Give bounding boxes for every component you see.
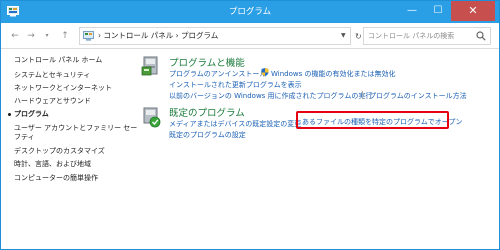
programs-features-icon[interactable] bbox=[141, 55, 161, 77]
forward-arrow-icon[interactable]: → bbox=[25, 29, 37, 43]
refresh-icon[interactable]: ↻ bbox=[355, 32, 362, 41]
current-item-bullet-icon bbox=[8, 113, 11, 116]
address-field[interactable]: › コントロール パネル › プログラム bbox=[79, 27, 351, 45]
search-box[interactable] bbox=[363, 27, 491, 45]
address-bar: ← → ▾ ↑ › コントロール パネル › プログラム ▼ ↻ bbox=[1, 23, 499, 49]
control-panel-icon bbox=[83, 31, 94, 41]
sidebar-item-hardware-sound[interactable]: ハードウェアとサウンド bbox=[14, 97, 91, 106]
sidebar-item-network[interactable]: ネットワークとインターネット bbox=[14, 84, 112, 93]
close-button[interactable]: ✕ bbox=[451, 1, 495, 21]
control-panel-window: プログラム — ☐ ✕ ← → ▾ ↑ › コントロール パネル › プログラム… bbox=[0, 0, 500, 250]
title-bar[interactable]: プログラム — ☐ ✕ bbox=[1, 1, 499, 23]
how-to-install-link[interactable]: プログラムのインストール方法 bbox=[369, 91, 467, 101]
main-content: プログラムと機能 プログラムのアンインストール Windows の機能の有効化ま… bbox=[131, 49, 499, 249]
search-input[interactable] bbox=[368, 28, 476, 44]
maximize-button[interactable]: ☐ bbox=[425, 1, 451, 21]
shield-icon bbox=[261, 68, 269, 77]
minimize-button[interactable]: — bbox=[399, 1, 425, 21]
up-arrow-icon[interactable]: ↑ bbox=[59, 29, 71, 43]
compat-programs-link[interactable]: 以前のバージョンの Windows 用に作成されたプログラムの実行 bbox=[169, 91, 372, 101]
default-programs-icon[interactable] bbox=[141, 106, 161, 128]
sidebar-item-ease-of-access[interactable]: コンピューターの簡単操作 bbox=[14, 174, 98, 183]
history-dropdown-icon[interactable]: ▾ bbox=[41, 29, 53, 43]
breadcrumb: › コントロール パネル › プログラム bbox=[98, 31, 219, 40]
sidebar-item-user-accounts[interactable]: ユーザー アカウントとファミリー セー bbox=[14, 124, 137, 133]
sidebar-item-user-accounts-cont[interactable]: フティ bbox=[14, 133, 35, 142]
uninstall-program-link[interactable]: プログラムのアンインストール bbox=[169, 69, 266, 79]
sidebar: コントロール パネル ホーム システムとセキュリティ ネットワークとインターネッ… bbox=[1, 49, 137, 249]
link-separator bbox=[362, 91, 363, 99]
search-icon[interactable] bbox=[476, 31, 486, 41]
programs-features-title[interactable]: プログラムと機能 bbox=[169, 55, 245, 69]
sidebar-item-clock-region[interactable]: 時計、言語、および地域 bbox=[14, 160, 91, 169]
sidebar-item-system-security[interactable]: システムとセキュリティ bbox=[14, 71, 90, 80]
windows-features-link[interactable]: Windows の機能の有効化または無効化 bbox=[271, 69, 395, 79]
sidebar-item-programs[interactable]: プログラム bbox=[14, 110, 49, 119]
sidebar-item-desktop[interactable]: デスクトップのカスタマイズ bbox=[14, 147, 105, 156]
default-programs-title[interactable]: 既定のプログラム bbox=[169, 105, 245, 119]
chevron-down-icon[interactable]: ▼ bbox=[341, 32, 346, 39]
media-device-defaults-link[interactable]: メディアまたはデバイスの既定設定の変更 bbox=[169, 119, 301, 129]
view-updates-link[interactable]: インストールされた更新プログラムを表示 bbox=[169, 80, 302, 90]
back-arrow-icon[interactable]: ← bbox=[9, 29, 21, 43]
highlight-box bbox=[296, 111, 449, 129]
sidebar-home-link[interactable]: コントロール パネル ホーム bbox=[14, 55, 102, 65]
set-default-programs-link[interactable]: 既定のプログラムの設定 bbox=[169, 130, 246, 140]
